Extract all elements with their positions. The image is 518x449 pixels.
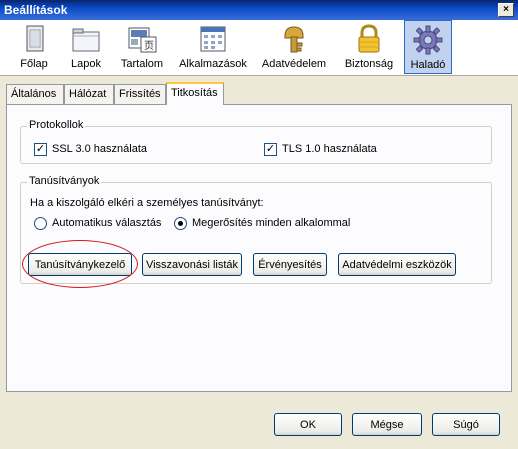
close-button[interactable]: ×: [498, 3, 514, 17]
toolbar-item-tabs[interactable]: Lapok: [62, 20, 110, 74]
tab-encryption[interactable]: Titkosítás: [166, 82, 224, 105]
radio-automatic[interactable]: [34, 217, 47, 230]
radio-selected-dot: [178, 221, 183, 226]
security-lock-icon: [358, 24, 380, 53]
help-button[interactable]: Súgó: [432, 413, 500, 436]
protocols-legend: Protokollok: [27, 119, 86, 131]
tls-checkbox[interactable]: ✓: [264, 143, 277, 156]
toolbar-item-label: Biztonság: [344, 58, 394, 70]
ssl-checkbox[interactable]: ✓: [34, 143, 47, 156]
toolbar-item-advanced[interactable]: Haladó: [404, 20, 452, 74]
tab-general[interactable]: Általános: [6, 84, 64, 104]
title-bar: Beállítások ×: [0, 0, 518, 20]
toolbar-item-label: Tartalom: [120, 58, 164, 70]
toolbar-item-privacy[interactable]: Adatvédelem: [256, 20, 332, 74]
toolbar-item-applications[interactable]: Alkalmazások: [176, 20, 250, 74]
radio-ask-label: Megerősítés minden alkalommal: [192, 217, 351, 229]
ssl-label: SSL 3.0 használata: [52, 143, 147, 155]
ok-button[interactable]: OK: [274, 413, 342, 436]
svg-text:页: 页: [144, 40, 154, 52]
window-title: Beállítások: [4, 3, 68, 17]
certificate-prompt: Ha a kiszolgáló elkéri a személyes tanús…: [30, 197, 264, 209]
validation-button[interactable]: Érvényesítés: [253, 253, 327, 276]
toolbar-item-main[interactable]: Főlap: [2, 20, 66, 74]
applications-icon: [200, 26, 226, 52]
radio-automatic-label: Automatikus választás: [52, 217, 162, 229]
toolbar-item-label: Adatvédelem: [261, 58, 327, 70]
security-devices-button[interactable]: Adatvédelmi eszközök: [338, 253, 456, 276]
cancel-button[interactable]: Mégse: [352, 413, 422, 436]
content-icon: 页: [128, 27, 157, 53]
toolbar-item-security[interactable]: Biztonság: [340, 20, 398, 74]
tls-label: TLS 1.0 használata: [282, 143, 377, 155]
toolbar-item-label: Főlap: [20, 58, 48, 70]
radio-ask-every-time[interactable]: [174, 217, 187, 230]
toolbar-item-label: Lapok: [71, 58, 101, 70]
category-toolbar: Főlap Lapok 页 Tartalom Alkalmazások Adat…: [0, 20, 518, 76]
tab-update[interactable]: Frissítés: [114, 84, 166, 104]
certificates-legend: Tanúsítványok: [27, 175, 102, 187]
privacy-icon: [284, 26, 304, 53]
tab-network[interactable]: Hálózat: [64, 84, 114, 104]
toolbar-item-label: Haladó: [410, 59, 446, 71]
revocation-lists-button[interactable]: Visszavonási listák: [142, 253, 242, 276]
advanced-gear-icon: [413, 25, 443, 55]
main-icon: [26, 25, 44, 52]
highlight-oval: [22, 240, 138, 288]
toolbar-item-content[interactable]: 页 Tartalom: [112, 20, 172, 74]
tabs-icon: [72, 28, 100, 52]
toolbar-item-label: Alkalmazások: [179, 58, 247, 70]
